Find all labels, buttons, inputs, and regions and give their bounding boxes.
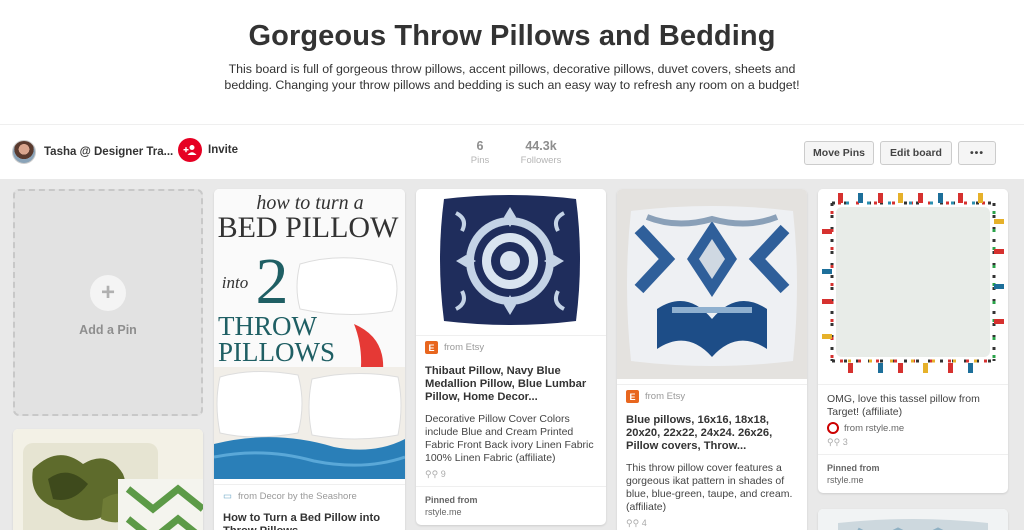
- pin-title[interactable]: Thibaut Pillow, Navy Blue Medallion Pill…: [416, 359, 606, 404]
- etsy-icon: E: [626, 390, 639, 403]
- pin-source[interactable]: E from Etsy: [416, 335, 606, 359]
- board-header: Gorgeous Throw Pillows and Bedding This …: [0, 0, 1024, 124]
- pin-description: Decorative Pillow Cover Colors include B…: [425, 413, 594, 464]
- repin-count-value: 9: [440, 469, 446, 479]
- pinned-from-site[interactable]: rstyle.me: [416, 505, 606, 517]
- pin-source[interactable]: E from Etsy: [617, 384, 807, 408]
- board-description: This board is full of gorgeous throw pil…: [224, 62, 800, 92]
- more-options-button[interactable]: •••: [958, 141, 996, 165]
- repin-icon: ⚲⚲: [425, 469, 439, 479]
- board-title: Gorgeous Throw Pillows and Bedding: [248, 20, 776, 52]
- board-info-bar: Tasha @ Designer Tra... Invite 6 Pins 44…: [0, 124, 1024, 179]
- pin-card[interactable]: [818, 509, 1008, 530]
- etsy-icon: E: [425, 341, 438, 354]
- pinned-from-label: Pinned from: [818, 454, 1008, 473]
- pins-stat[interactable]: 6 Pins: [467, 139, 493, 166]
- pinned-from-label: Pinned from: [416, 486, 606, 505]
- pin-source[interactable]: from rstyle.me: [818, 419, 1008, 437]
- pin-image[interactable]: how to turn a BED PILLOW into 2 THROW PI…: [214, 189, 405, 479]
- pin-source-label[interactable]: from Decor by the Seashore: [238, 491, 357, 502]
- add-pin-label[interactable]: Add a Pin: [15, 323, 201, 337]
- pins-count: 6: [476, 139, 484, 153]
- pinned-from-site[interactable]: rstyle.me: [818, 473, 1008, 485]
- image-text-line2: BED PILLOW: [218, 211, 399, 244]
- invite-label[interactable]: Invite: [208, 144, 238, 156]
- pin-card[interactable]: [13, 429, 203, 530]
- pin-description: This throw pillow cover features a gorge…: [626, 462, 793, 513]
- repin-icon: ⚲⚲: [827, 437, 841, 447]
- pin-image[interactable]: [617, 189, 807, 379]
- pin-card[interactable]: how to turn a BED PILLOW into 2 THROW PI…: [214, 189, 405, 530]
- repin-count[interactable]: ⚲⚲ 3: [818, 437, 1008, 448]
- plus-icon[interactable]: +: [90, 275, 126, 311]
- pin-grid: + Add a Pin how to turn a BED PILLOW int…: [0, 179, 1024, 530]
- image-text-line6: PILLOWS: [218, 337, 335, 367]
- edit-board-button[interactable]: Edit board: [880, 141, 952, 165]
- followers-count: 44.3k: [525, 139, 557, 153]
- followers-stat[interactable]: 44.3k Followers: [518, 139, 564, 166]
- pin-image[interactable]: [13, 429, 203, 530]
- pin-title[interactable]: Blue pillows, 16x16, 18x18, 20x20, 22x22…: [617, 408, 807, 453]
- image-text-line4: 2: [256, 245, 289, 318]
- add-person-icon[interactable]: [178, 138, 202, 162]
- owner-name[interactable]: Tasha @ Designer Tra...: [44, 146, 173, 158]
- pins-label: Pins: [470, 155, 490, 166]
- avatar[interactable]: [12, 140, 36, 164]
- followers-label: Followers: [520, 155, 562, 166]
- repin-icon: ⚲⚲: [626, 518, 640, 528]
- repin-count[interactable]: ⚲⚲ 9: [416, 465, 606, 480]
- image-text-line3: into: [222, 273, 248, 292]
- pin-image[interactable]: [818, 509, 1008, 530]
- pin-card[interactable]: E from Etsy Blue pillows, 16x16, 18x18, …: [617, 189, 807, 530]
- pin-description: OMG, love this tassel pillow from Target…: [818, 384, 1008, 419]
- pin-source-label[interactable]: from rstyle.me: [844, 423, 904, 434]
- add-person-icon-glyph: [183, 145, 197, 155]
- pin-title[interactable]: How to Turn a Bed Pillow into Throw Pill…: [214, 508, 405, 530]
- repin-count-value: 4: [641, 518, 647, 528]
- target-icon: [827, 422, 839, 434]
- pin-card[interactable]: E from Etsy Thibaut Pillow, Navy Blue Me…: [416, 189, 606, 525]
- website-icon: ▭: [223, 491, 232, 502]
- board-owner[interactable]: Tasha @ Designer Tra...: [12, 140, 173, 164]
- pin-image[interactable]: [416, 189, 606, 330]
- invite-button[interactable]: Invite: [178, 138, 238, 162]
- pin-source-label[interactable]: from Etsy: [645, 391, 685, 402]
- pin-image[interactable]: [818, 189, 1008, 379]
- move-pins-button[interactable]: Move Pins: [804, 141, 874, 165]
- pin-card[interactable]: OMG, love this tassel pillow from Target…: [818, 189, 1008, 493]
- add-pin-tile[interactable]: + Add a Pin: [13, 189, 203, 416]
- repin-count[interactable]: ⚲⚲ 4: [617, 514, 807, 529]
- pin-source[interactable]: ▭ from Decor by the Seashore: [214, 484, 405, 508]
- pin-source-label[interactable]: from Etsy: [444, 342, 484, 353]
- repin-count-value: 3: [842, 437, 848, 447]
